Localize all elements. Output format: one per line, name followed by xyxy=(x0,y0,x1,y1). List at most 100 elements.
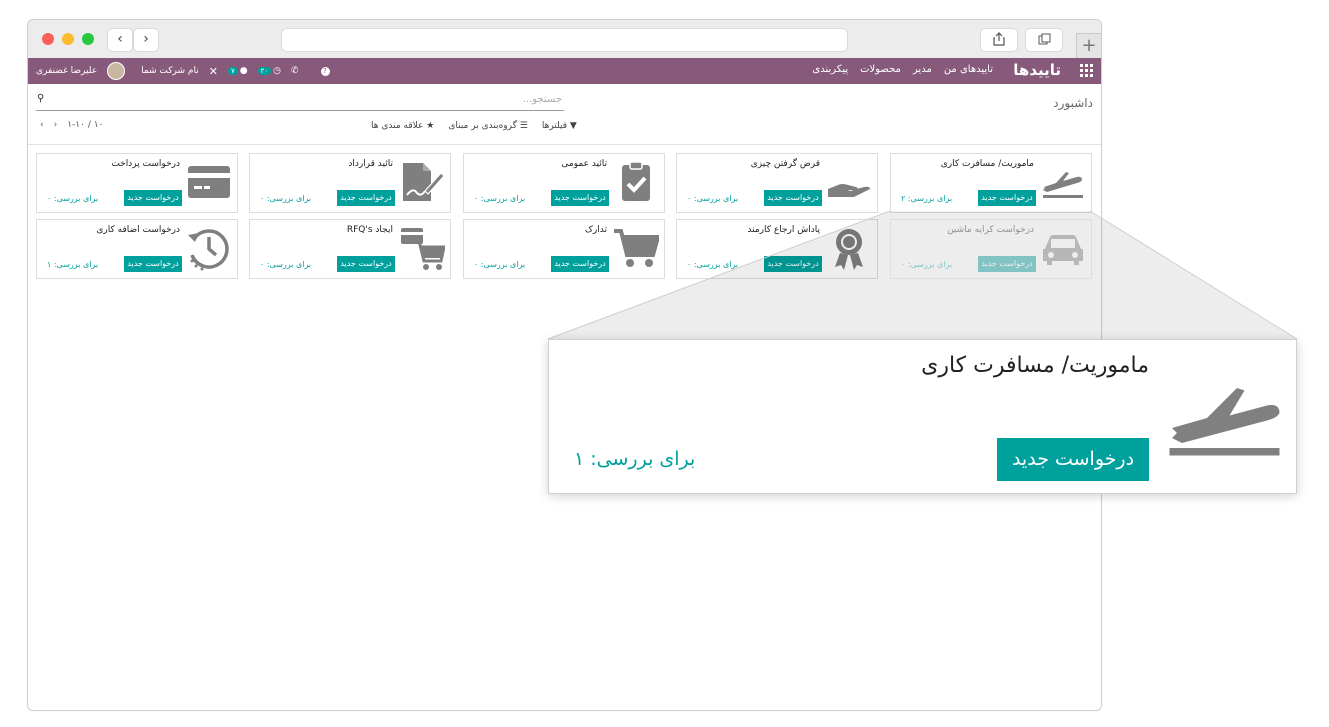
cart-icon xyxy=(614,229,659,267)
app-title[interactable]: تاییدها xyxy=(1013,61,1061,79)
chevron-left-icon: ‹ xyxy=(117,31,123,47)
card-title: تدارک xyxy=(584,225,607,235)
approval-card[interactable]: درخواست اضافه کاری درخواست جدید برای بررسی… xyxy=(36,219,238,279)
forward-button[interactable]: › xyxy=(133,28,159,52)
approval-card[interactable]: درخواست پرداخت درخواست جدید برای بررسی: ۰ xyxy=(36,153,238,213)
search-input[interactable]: ⚲ جستجو... xyxy=(36,93,564,111)
breadcrumb: داشبورد xyxy=(1053,96,1093,110)
contract-sign-icon xyxy=(403,163,445,201)
new-request-button[interactable]: درخواست جدید xyxy=(764,190,822,206)
apps-grid-icon[interactable] xyxy=(1080,64,1093,77)
menu-configuration[interactable]: پیکربندی xyxy=(812,64,848,75)
messages-button[interactable]: ۷ ● xyxy=(227,66,248,76)
clock-icon: ◷ xyxy=(273,66,281,76)
user-name[interactable]: علیرضا غضنفری xyxy=(36,66,97,76)
award-icon xyxy=(835,229,863,270)
card-title: ایجاد RFQ's xyxy=(346,225,393,235)
filters-label: فیلترها xyxy=(541,121,568,131)
history-clock-icon xyxy=(188,229,229,271)
to-review-link[interactable]: برای بررسی: ۱ xyxy=(47,260,98,269)
debug-tools-icon[interactable]: ✕ xyxy=(209,65,218,78)
close-window-button[interactable] xyxy=(42,33,54,45)
new-tab-button[interactable]: + xyxy=(1076,33,1101,59)
plus-icon: + xyxy=(1081,35,1097,56)
car-icon xyxy=(1043,235,1083,265)
new-request-button[interactable]: درخواست جدید xyxy=(978,190,1036,206)
plane-icon xyxy=(1169,388,1280,456)
new-request-button[interactable]: درخواست جدید xyxy=(764,256,822,272)
zoomed-card-title: ماموریت/ مسافرت کاری xyxy=(921,353,1149,378)
to-review-link[interactable]: برای بررسی: ۰ xyxy=(687,260,738,269)
activities-button[interactable]: ۲۰ ◷ xyxy=(257,66,281,76)
pager: ‹ › ۱-۱۰ / ۱۰ xyxy=(40,120,103,130)
pager-value[interactable]: ۱-۱۰ / ۱۰ xyxy=(67,120,103,130)
to-review-link[interactable]: برای بررسی: ۰ xyxy=(260,260,311,269)
pager-next-button[interactable]: › xyxy=(54,120,58,130)
approval-card[interactable]: تائید قرارداد درخواست جدید برای بررسی: ۰ xyxy=(249,153,451,213)
back-button[interactable]: ‹ xyxy=(107,28,133,52)
filter-icon: ▼ xyxy=(569,121,577,131)
approval-card[interactable]: درخواست کرایه ماشین درخواست جدید برای بررس… xyxy=(890,219,1092,279)
card-title: پاداش ارجاع کارمند xyxy=(747,225,820,235)
search-placeholder: جستجو... xyxy=(522,94,562,105)
to-review-link[interactable]: برای بررسی: ۰ xyxy=(687,194,738,203)
share-button[interactable] xyxy=(980,28,1018,52)
to-review-link[interactable]: برای بررسی: ۰ xyxy=(47,194,98,203)
menu-products[interactable]: محصولات xyxy=(860,64,901,75)
new-request-button[interactable]: درخواست جدید xyxy=(337,190,395,206)
list-icon: ☰ xyxy=(519,121,528,131)
card-title: ماموریت/ مسافرت کاری xyxy=(940,159,1034,169)
approval-card[interactable]: تائید عمومی درخواست جدید برای بررسی: ۰ xyxy=(463,153,665,213)
maximize-window-button[interactable] xyxy=(82,33,94,45)
minimize-window-button[interactable] xyxy=(62,33,74,45)
favorites-label: علاقه مندی ها xyxy=(371,121,424,131)
approval-card[interactable]: ماموریت/ مسافرت کاری درخواست جدید برای برر… xyxy=(890,153,1092,213)
new-request-button[interactable]: درخواست جدید xyxy=(551,190,609,206)
approval-card[interactable]: قرض گرفتن چیزی درخواست جدید برای بررسی: ۰ xyxy=(676,153,878,213)
card-title: درخواست پرداخت xyxy=(111,159,180,169)
phone-icon[interactable]: ✆ xyxy=(291,66,299,76)
new-request-button[interactable]: درخواست جدید xyxy=(978,256,1036,272)
favorites-button[interactable]: ★ علاقه مندی ها xyxy=(371,121,434,131)
zoomed-card: ماموریت/ مسافرت کاری درخواست جدید برای ب… xyxy=(548,339,1297,494)
to-review-link[interactable]: برای بررسی: ۰ xyxy=(901,260,952,269)
menu-manager[interactable]: مدیر xyxy=(913,64,932,75)
group-by-button[interactable]: ☰ گروه‌بندی بر مبنای xyxy=(448,121,528,131)
approval-card[interactable]: پاداش ارجاع کارمند درخواست جدید برای بررسی… xyxy=(676,219,878,279)
card-title: درخواست کرایه ماشین xyxy=(947,225,1034,235)
to-review-link[interactable]: برای بررسی: ۰ xyxy=(474,260,525,269)
tabs-button[interactable] xyxy=(1025,28,1063,52)
plane-icon xyxy=(1043,172,1083,198)
tabs-icon xyxy=(1038,33,1050,45)
top-navbar: تاییدها تاییدهای من مدیر محصولات پیکربند… xyxy=(28,58,1101,84)
clipboard-check-icon xyxy=(622,161,650,201)
filters-button[interactable]: ▼ فیلترها xyxy=(542,121,577,131)
approval-card[interactable]: ایجاد RFQ's درخواست جدید برای بررسی: ۰ xyxy=(249,219,451,279)
card-title: تائید عمومی xyxy=(561,159,607,169)
new-request-button[interactable]: درخواست جدید xyxy=(337,256,395,272)
card-title: درخواست اضافه کاری xyxy=(96,225,180,235)
address-bar[interactable] xyxy=(281,28,848,52)
to-review-link[interactable]: برای بررسی: ۰ xyxy=(260,194,311,203)
company-name[interactable]: نام شرکت شما xyxy=(141,66,199,76)
new-request-button[interactable]: درخواست جدید xyxy=(124,256,182,272)
search-icon: ⚲ xyxy=(37,93,45,104)
card-title: تائید قرارداد xyxy=(348,159,393,169)
menu-my-approvals[interactable]: تاییدهای من xyxy=(944,64,993,75)
to-review-link[interactable]: برای بررسی: ۲ xyxy=(901,194,952,203)
approval-card[interactable]: تدارک درخواست جدید برای بررسی: ۰ xyxy=(463,219,665,279)
credit-card-icon xyxy=(188,166,230,198)
help-icon[interactable]: ? xyxy=(320,66,330,76)
avatar[interactable] xyxy=(107,62,126,80)
zoomed-to-review-link[interactable]: برای بررسی: ۱ xyxy=(574,448,695,470)
share-icon xyxy=(993,32,1005,46)
pager-prev-button[interactable]: ‹ xyxy=(40,120,44,130)
card-title: قرض گرفتن چیزی xyxy=(750,159,820,169)
to-review-link[interactable]: برای بررسی: ۰ xyxy=(474,194,525,203)
group-by-label: گروه‌بندی بر مبنای xyxy=(448,121,517,131)
new-request-button[interactable]: درخواست جدید xyxy=(124,190,182,206)
main-menu: تاییدهای من مدیر محصولات پیکربندی xyxy=(812,64,993,75)
zoomed-new-request-button[interactable]: درخواست جدید xyxy=(997,438,1149,481)
new-request-button[interactable]: درخواست جدید xyxy=(551,256,609,272)
control-panel: داشبورد ⚲ جستجو... ▼ فیلترها ☰ گروه‌بندی… xyxy=(28,84,1101,145)
